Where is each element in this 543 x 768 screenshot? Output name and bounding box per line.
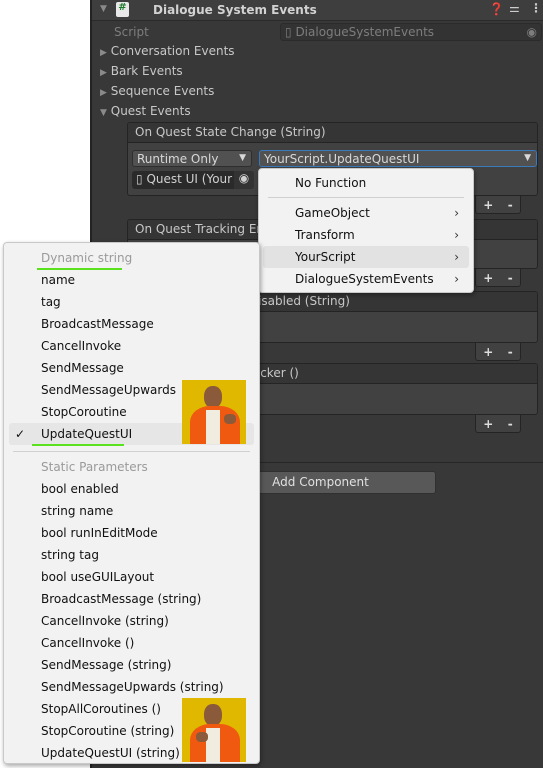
object-picker-icon[interactable]: ◉: [234, 171, 254, 189]
menu-item-dialoguesystemevents[interactable]: DialogueSystemEvents ›: [259, 268, 473, 290]
add-button[interactable]: +: [483, 345, 493, 359]
script-label: Script: [114, 25, 149, 39]
list-add-remove: + -: [475, 269, 521, 287]
remove-button[interactable]: -: [508, 417, 513, 431]
chevron-right-icon: ›: [454, 206, 459, 220]
menu-item-static[interactable]: bool runInEditMode: [4, 522, 259, 544]
menu-item-static[interactable]: bool useGUILayout: [4, 566, 259, 588]
checkmark-icon: ✓: [15, 427, 26, 441]
remove-button[interactable]: -: [508, 345, 513, 359]
add-button[interactable]: +: [483, 417, 493, 431]
remove-button[interactable]: -: [508, 271, 513, 285]
menu-item-no-function[interactable]: No Function: [259, 172, 473, 194]
menu-item-static[interactable]: string tag: [4, 544, 259, 566]
menu-item-yourscript[interactable]: YourScript ›: [263, 246, 469, 268]
foldout-sequence-events[interactable]: ▶ Sequence Events: [100, 84, 214, 98]
menu-item-static[interactable]: SendMessage (string): [4, 654, 259, 676]
help-icon[interactable]: ❓: [489, 2, 504, 16]
menu-item-dynamic[interactable]: CancelInvoke: [4, 335, 259, 357]
menu-header-static: Static Parameters: [41, 460, 148, 474]
add-button[interactable]: +: [483, 198, 493, 212]
foldout-arrow-icon[interactable]: ▼: [100, 4, 107, 14]
menu-item-gameobject[interactable]: GameObject ›: [259, 202, 473, 224]
function-menu: No Function GameObject › Transform › YourS…: [258, 168, 474, 293]
list-add-remove: + -: [475, 415, 521, 433]
meme-disapprove-image: [182, 698, 246, 762]
chevron-right-icon: ›: [454, 250, 459, 264]
more-icon[interactable]: ⋮: [530, 1, 542, 15]
menu-item-dynamic[interactable]: tag: [4, 291, 259, 313]
remove-button[interactable]: -: [508, 198, 513, 212]
component-title: Dialogue System Events: [153, 3, 317, 17]
meme-approve-image: [182, 380, 246, 444]
menu-item-transform[interactable]: Transform ›: [259, 224, 473, 246]
list-add-remove: + -: [475, 343, 521, 361]
highlight-underline: [32, 444, 124, 446]
menu-item-dynamic[interactable]: SendMessage: [4, 357, 259, 379]
add-button[interactable]: +: [483, 271, 493, 285]
chevron-right-icon: ›: [454, 272, 459, 286]
component-header[interactable]: ▼ # Dialogue System Events ❓ ⚌ ⋮: [92, 0, 543, 21]
menu-item-dynamic[interactable]: BroadcastMessage: [4, 313, 259, 335]
menu-item-static[interactable]: BroadcastMessage (string): [4, 588, 259, 610]
event-title: On Quest State Change (String): [128, 123, 537, 143]
chevron-down-icon: ▼: [239, 153, 246, 163]
menu-item-static[interactable]: bool enabled: [4, 478, 259, 500]
script-icon: ▯: [136, 172, 143, 186]
foldout-conversation-events[interactable]: ▶ Conversation Events: [100, 44, 235, 58]
script-icon: #: [116, 2, 129, 17]
menu-item-static[interactable]: SendMessageUpwards (string): [4, 676, 259, 698]
script-field: ▯ DialogueSystemEvents ◉: [280, 23, 542, 41]
menu-header-dynamic: Dynamic string: [41, 251, 133, 265]
object-picker-icon[interactable]: ◉: [527, 25, 537, 39]
function-dropdown[interactable]: YourScript.UpdateQuestUI ▼: [259, 150, 537, 167]
menu-item-static[interactable]: string name: [4, 500, 259, 522]
menu-item-static[interactable]: CancelInvoke (string): [4, 610, 259, 632]
menu-item-dynamic[interactable]: name: [4, 269, 259, 291]
target-object-field[interactable]: ▯ Quest UI (Your ◉: [132, 171, 254, 189]
chevron-right-icon: ›: [454, 228, 459, 242]
presets-icon[interactable]: ⚌: [509, 1, 520, 15]
menu-separator: [13, 451, 250, 452]
script-icon: ▯: [285, 25, 292, 39]
method-menu: Dynamic string name tag BroadcastMessage Can…: [3, 242, 260, 764]
runtime-dropdown[interactable]: Runtime Only ▼: [132, 150, 252, 167]
chevron-down-icon: ▼: [524, 153, 531, 163]
list-add-remove: + -: [475, 196, 521, 214]
menu-item-static[interactable]: CancelInvoke (): [4, 632, 259, 654]
foldout-quest-events[interactable]: ▼ Quest Events: [100, 104, 191, 118]
menu-separator: [268, 197, 464, 198]
foldout-bark-events[interactable]: ▶ Bark Events: [100, 64, 183, 78]
